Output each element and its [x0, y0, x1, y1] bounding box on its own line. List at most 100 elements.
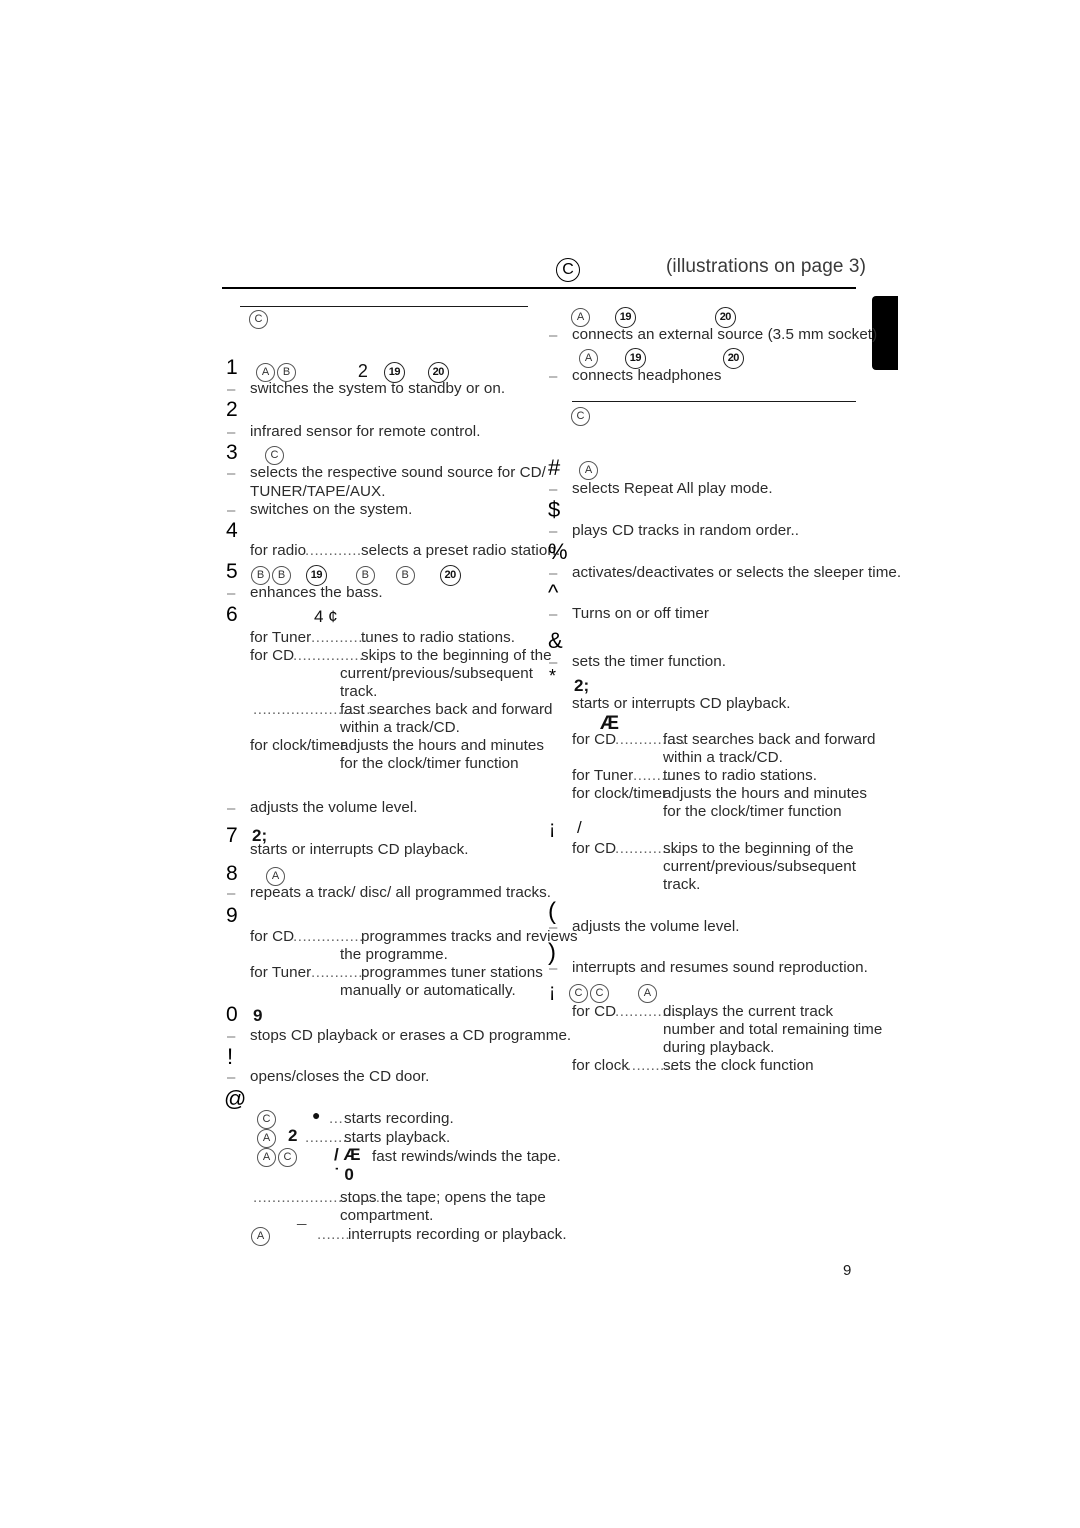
right-top-glyphs-2: A 19 20 — [578, 348, 745, 369]
entry-marker-1: 1 — [226, 356, 238, 379]
entry-sym-12d: ˙ 0 — [334, 1165, 354, 1184]
right-text-hash: selects Repeat All play mode. — [572, 480, 773, 497]
right-section-circle: C — [570, 407, 591, 426]
entry-dash-2: – — [227, 424, 236, 441]
right-text-skip-a: skips to the beginning of the — [663, 840, 854, 857]
entry-glyphs-5: BB 19 B B 20 — [250, 565, 462, 586]
entry-text-12g: interrupts recording or playback. — [348, 1226, 567, 1243]
right-text-star-e: tunes to radio stations. — [663, 767, 818, 784]
entry-sym-12c: / Æ — [334, 1145, 361, 1164]
entry-text-11: opens/closes the CD door. — [250, 1068, 430, 1085]
entry-text-8: repeats a track/ disc/ all programmed tr… — [250, 884, 552, 901]
entry-sym-12b: 2 — [288, 1126, 298, 1145]
entry-dots-9c: ............ — [311, 964, 368, 981]
right-glyphs-hash: A — [578, 461, 599, 480]
header-circle-c: C — [556, 258, 580, 282]
right-marker-dollar: $ — [548, 497, 561, 522]
right-glyphs-skip: / — [577, 818, 582, 837]
entry-dots-9a: ............... — [293, 928, 364, 945]
right-text-star-f: adjusts the hours and minutes — [663, 785, 868, 802]
right-text-display-b: number and total remaining time — [663, 1021, 883, 1038]
entry-dash-11: – — [227, 1069, 236, 1086]
entry-label-9c: for Tuner — [250, 964, 312, 981]
entry-marker-12: @ — [224, 1086, 247, 1111]
entry-text-2: infrared sensor for remote control. — [250, 423, 481, 440]
right-text-star-d: within a track/CD. — [663, 749, 783, 766]
right-label-star-c: for CD — [572, 731, 617, 748]
entry-dash-3c: – — [227, 502, 236, 519]
entry-prefix-12c: AC — [256, 1148, 298, 1167]
right-dash-paren-open: – — [549, 919, 558, 936]
right-marker-hash: # — [548, 455, 561, 480]
entry-marker-10: 0 — [226, 1003, 238, 1026]
entry-text-9c: programmes tuner stations — [361, 964, 543, 981]
header-rule — [222, 287, 856, 289]
right-text-display-c: during playback. — [663, 1039, 775, 1056]
entry-marker-3: 3 — [226, 441, 238, 464]
right-glyphs-display: CC A — [568, 984, 658, 1003]
right-top-dash-1: – — [549, 327, 558, 344]
entry-text-3c: switches on the system. — [250, 501, 413, 518]
entry-text-6g: adjusts the hours and minutes — [340, 737, 545, 754]
right-text-paren-open: adjusts the volume level. — [572, 918, 740, 935]
entry-glyphs-6: 4 ¢ — [314, 607, 338, 626]
entry-glyphs-10: 9 — [253, 1006, 263, 1025]
right-text-percent: activates/deactivates or selects the sle… — [572, 564, 902, 581]
right-marker-caret: ^ — [548, 580, 559, 605]
entry-text-9d: manually or automatically. — [340, 982, 516, 999]
right-label-display-a: for CD — [572, 1003, 617, 1020]
right-text-star-c: fast searches back and forward — [663, 731, 876, 748]
right-text-caret: Turns on or off timer — [572, 605, 709, 622]
left-section-circle: C — [248, 310, 269, 329]
entry-marker-8: 8 — [226, 862, 238, 885]
entry-text-12b: starts playback. — [344, 1129, 451, 1146]
entry-prefix-12b: A — [256, 1129, 277, 1148]
entry-marker-4: 4 — [226, 519, 238, 542]
entry-text-12a: starts recording. — [344, 1110, 454, 1127]
entry-text-9b: the programme. — [340, 946, 448, 963]
entry-dash-1: – — [227, 381, 236, 398]
right-marker-amp: & — [548, 628, 563, 653]
entry-text-6d: track. — [340, 683, 378, 700]
right-label-star-e: for Tuner — [572, 767, 634, 784]
entry-text-6h: for the clock/timer function — [340, 755, 519, 772]
entry-sym-12a: ● — [312, 1107, 321, 1123]
entry-marker-11: ! — [227, 1044, 234, 1069]
entry-text-6i: adjusts the volume level. — [250, 799, 418, 816]
page-number: 9 — [843, 1262, 852, 1279]
entry-text-7: starts or interrupts CD playback. — [250, 841, 469, 858]
entry-dots-12g: ....... — [317, 1226, 351, 1243]
right-section-rule — [572, 401, 856, 402]
entry-text-1: switches the system to standby or on. — [250, 380, 506, 397]
right-label-skip-a: for CD — [572, 840, 617, 857]
entry-text-3b: TUNER/TAPE/AUX. — [250, 483, 386, 500]
entry-dash-10: – — [227, 1028, 236, 1045]
entry-text-6f: within a track/CD. — [340, 719, 460, 736]
entry-prefix-12g: A — [250, 1227, 271, 1246]
right-dash-caret: – — [549, 606, 558, 623]
right-glyphs-star: 2; — [574, 676, 590, 695]
right-marker-display: ¡ — [549, 981, 556, 1002]
entry-marker-5: 5 — [226, 560, 238, 583]
right-top-dash-2: – — [549, 368, 558, 385]
right-dash-hash: – — [549, 481, 558, 498]
entry-text-6b: skips to the beginning of the — [361, 647, 552, 664]
entry-label-6b: for CD — [250, 647, 295, 664]
right-text-star-a: starts or interrupts CD playback. — [572, 695, 791, 712]
entry-dots-6b: ............... — [293, 647, 364, 664]
entry-label-4: for radio — [250, 542, 307, 559]
entry-prefix-12a: C — [256, 1110, 277, 1129]
entry-text-5: enhances the bass. — [250, 584, 383, 601]
right-top-text-1: connects an external source (3.5 mm sock… — [572, 326, 878, 343]
right-dash-paren-close: – — [549, 960, 558, 977]
right-text-skip-c: track. — [663, 876, 701, 893]
right-text-dollar: plays CD tracks in random order.. — [572, 522, 800, 539]
right-top-text-2: connects headphones — [572, 367, 722, 384]
entry-marker-2: 2 — [226, 398, 238, 421]
entry-text-12e: stops the tape; opens the tape — [340, 1189, 546, 1206]
entry-dash-3a: – — [227, 465, 236, 482]
right-top-glyphs-1: A 19 20 — [570, 307, 737, 328]
right-text-paren-close: interrupts and resumes sound reproductio… — [572, 959, 868, 976]
left-section-rule — [240, 306, 528, 307]
right-text-display-a: displays the current track — [663, 1003, 834, 1020]
